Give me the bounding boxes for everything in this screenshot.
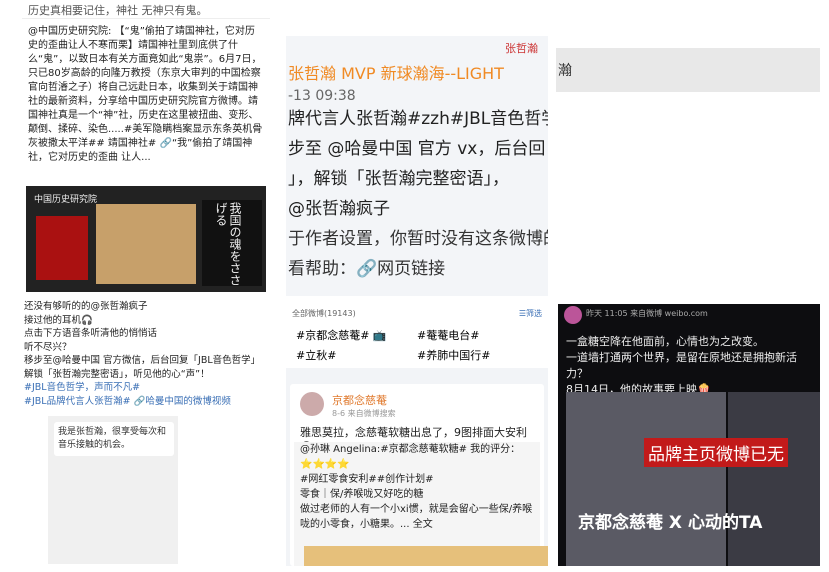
deleted-notice: 于作者设置，你暂时没有这条微博的 (288, 229, 548, 249)
red-plaque (36, 216, 88, 280)
film-title: 京都念慈菴 X 心动的TA (578, 513, 763, 533)
truncated-text: 瀚 (558, 63, 572, 79)
post-line-1: 牌代言人张哲瀚#zzh#JBL音色哲学 (288, 109, 548, 129)
post-line: 一盒糖空降在他面前，心情也为之改变。 (566, 335, 764, 348)
topic-tags: #京都念慈菴# 📺 #菴菴电台# #立秋# #养肺中国行# (286, 324, 548, 368)
post-meta: 昨天 11:05 来自微博 weibo.com (586, 309, 708, 318)
weibo-post-panel-voice: 还没有够听的的@张哲瀚疯子 接过他的耳机🎧 点击下方语音条听清他的悄悄话 听不尽… (22, 298, 270, 564)
corner-tag: 张哲瀚 (505, 42, 538, 55)
avatar[interactable] (564, 306, 582, 324)
post-header-text: 历史真相要记住，神社 无神只有鬼。 (22, 0, 270, 19)
topic-tag[interactable]: #菴菴电台# (417, 326, 538, 346)
post-time: -13 09:38 (288, 88, 356, 104)
topic-tag[interactable]: #立秋# (296, 346, 417, 366)
vertical-calligraphy: 我国の魂をささげる (214, 202, 242, 286)
repost-hashtags[interactable]: #网红零食安利##创作计划# (294, 472, 540, 487)
avatar[interactable] (300, 392, 324, 416)
post-line: 听不尽兴？ (24, 341, 72, 353)
promo-image-left[interactable] (566, 392, 726, 566)
image-thumbnails[interactable] (304, 546, 548, 566)
post-line: 接过他的耳机🎧 (24, 314, 93, 326)
weibo-post-panel-dark: 昨天 11:05 来自微博 weibo.com 一盒糖空降在他面前，心情也为之改… (558, 304, 820, 566)
repost-block: @孙琳 Angelina:#京都念慈菴软糖# 我的评分：⭐⭐⭐⭐ #网红零食安利… (294, 442, 548, 566)
paper-scroll (96, 204, 196, 284)
post-line: 解锁「张哲瀚完整密语」，听见他的心“声”！ (24, 368, 210, 380)
hashtag-line[interactable]: #JBL音色哲学，声而不凡# (24, 381, 268, 395)
help-link[interactable]: 看帮助：🔗网页链接 (286, 254, 548, 284)
post-image[interactable]: 中国历史研究院 我国の魂をささげる (26, 186, 266, 292)
chat-bubble: 我是张哲瀚，很享受每次和音乐接触的机会。 (54, 422, 174, 456)
post-meta: 8-6 来自微博搜索 (332, 409, 396, 418)
post-line-2: 步至 @哈曼中国 官方 vx，后台回 (288, 139, 546, 159)
overlay-note: 品牌主页微博已无 (644, 438, 788, 467)
weibo-post-panel-history: 历史真相要记住，神社 无神只有鬼。 @中国历史研究院: 【“鬼”偷拍了靖国神社，… (22, 0, 270, 292)
repost-line: @孙琳 Angelina:#京都念慈菴软糖# 我的评分：⭐⭐⭐⭐ (300, 444, 521, 470)
mention-link[interactable]: @张哲瀚疯子 (286, 194, 548, 224)
post-text: 一盒糖空降在他面前，心情也为之改变。 一道墙打通两个世界，是留在原地还是拥抱新活… (558, 322, 820, 398)
filter-bar: 全部微博(19143) ☰筛选 (286, 304, 548, 324)
weibo-post-panel-candy: 全部微博(19143) ☰筛选 #京都念慈菴# 📺 #菴菴电台# #立秋# #养… (286, 304, 548, 566)
post-card: 京都念慈菴 8-6 来自微博搜索 雅思莫拉，念慈菴软糖出息了，9图排面大安利 😂… (290, 384, 548, 566)
topic-tag[interactable]: #养肺中国行# (417, 346, 538, 366)
repost-line: 做过老师的人有一个小xi惯，就是会留心一些保/养喉咙的小零食，小糖果。... 全… (300, 504, 533, 530)
author-name[interactable]: 京都念慈菴 (332, 392, 387, 408)
topic-tag[interactable]: #京都念慈菴# 📺 (296, 326, 417, 346)
post-line: 一道墙打通两个世界，是留在原地还是拥抱新活力？ (566, 351, 797, 380)
weibo-post-panel-jbl: 张哲瀚 张哲瀚 MVP 新球瀚海--LIGHT -13 09:38 牌代言人张哲… (286, 36, 548, 296)
promo-image-right[interactable] (728, 392, 820, 566)
image-caption: 中国历史研究院 (34, 195, 98, 205)
post-line: 还没有够听的的@张哲瀚疯子 (24, 301, 148, 312)
post-body: @中国历史研究院: 【“鬼”偷拍了靖国神社，它对历史的歪曲让人不寒而栗】靖国神社… (28, 26, 263, 163)
post-line-3: 」，解锁「张哲瀚完整密语」， (288, 169, 509, 189)
chat-screenshot: 我是张哲瀚，很享受每次和音乐接触的机会。 (48, 416, 178, 564)
post-body: 还没有够听的的@张哲瀚疯子 接过他的耳机🎧 点击下方语音条听清他的悄悄话 听不尽… (22, 298, 270, 410)
post-line: 点击下方语音条听清他的悄悄话 (24, 328, 158, 339)
repost-line: 零食｜保/养喉咙又好吃的糖 (300, 489, 424, 500)
video-link[interactable]: #JBL品牌代言人张哲瀚# 🔗哈曼中国的微博视频 (24, 395, 268, 409)
truncated-panel: 瀚 (556, 48, 820, 92)
post-count: 全部微博(19143) (292, 309, 356, 318)
filter-button[interactable]: ☰筛选 (519, 308, 542, 319)
post-line: 移步至@哈曼中国 官方微信，后台回复「JBL音色哲学」 (24, 355, 261, 366)
